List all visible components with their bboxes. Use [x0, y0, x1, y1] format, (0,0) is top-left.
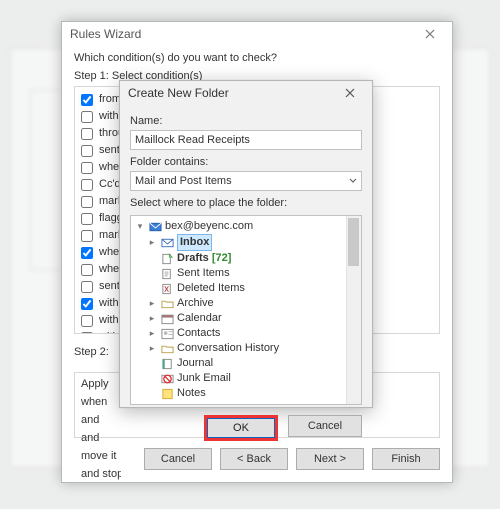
tree-label: Sent Items	[177, 266, 230, 281]
place-label: Select where to place the folder:	[130, 197, 362, 209]
close-icon[interactable]	[336, 81, 364, 105]
tree-item[interactable]: ▸Notes	[135, 386, 357, 401]
condition-checkbox[interactable]	[81, 196, 93, 208]
condition-checkbox[interactable]	[81, 230, 93, 242]
journal-icon	[160, 358, 174, 370]
expand-icon[interactable]: ▸	[147, 296, 157, 311]
expand-icon[interactable]: ▸	[147, 326, 157, 341]
tree-label: Journal	[177, 356, 213, 371]
desc-fragment: and stop	[81, 467, 121, 481]
tree-item[interactable]: ▸Junk Email	[135, 371, 357, 386]
tree-label: Archive	[177, 296, 214, 311]
create-folder-titlebar: Create New Folder	[120, 81, 372, 105]
desc-fragment: and	[81, 431, 121, 445]
inbox-icon	[160, 237, 174, 249]
desc-fragment: and	[81, 413, 121, 427]
condition-checkbox[interactable]	[81, 247, 93, 259]
close-icon[interactable]	[416, 22, 444, 46]
expand-icon[interactable]: ▾	[135, 219, 145, 234]
chevron-down-icon	[349, 175, 357, 187]
folder-tree[interactable]: ▾bex@beyenc.com▸Inbox▸Drafts [72]▸Sent I…	[130, 215, 362, 405]
folder-name-input[interactable]	[130, 130, 362, 150]
expand-icon[interactable]: ▸	[147, 235, 157, 250]
expand-icon[interactable]: ▸	[147, 311, 157, 326]
create-folder-footer: OK Cancel	[120, 405, 372, 451]
condition-checkbox[interactable]	[81, 162, 93, 174]
expand-icon[interactable]: ▸	[147, 341, 157, 356]
desc-fragment: when	[81, 395, 121, 409]
sent-icon	[160, 268, 174, 280]
folder-icon	[160, 343, 174, 355]
junk-icon	[160, 373, 174, 385]
condition-checkbox[interactable]	[81, 179, 93, 191]
tree-item[interactable]: ▸ Archive	[135, 296, 357, 311]
drafts-icon	[160, 253, 174, 265]
create-folder-title: Create New Folder	[128, 86, 336, 100]
notes-icon	[160, 388, 174, 400]
scrollbar[interactable]	[346, 216, 361, 404]
condition-checkbox[interactable]	[81, 145, 93, 157]
name-label: Name:	[130, 115, 362, 127]
cancel-button[interactable]: Cancel	[288, 415, 362, 437]
tree-item[interactable]: ▸Deleted Items	[135, 281, 357, 296]
ok-button[interactable]: OK	[204, 415, 278, 441]
tree-label: Conversation History	[177, 341, 279, 356]
folder-icon	[160, 298, 174, 310]
trash-icon	[160, 283, 174, 295]
condition-checkbox[interactable]	[81, 332, 93, 335]
condition-checkbox[interactable]	[81, 315, 93, 327]
calendar-icon	[160, 313, 174, 325]
desc-fragment: Apply	[81, 377, 121, 391]
tree-label: Junk Email	[177, 371, 231, 386]
tree-account[interactable]: ▾ bex@beyenc.com	[135, 219, 357, 234]
tree-item[interactable]: ▸Sent Items	[135, 266, 357, 281]
tree-item[interactable]: ▸Journal	[135, 356, 357, 371]
wizard-titlebar: Rules Wizard	[62, 22, 452, 46]
tree-label: Inbox	[177, 234, 212, 251]
tree-label: Calendar	[177, 311, 222, 326]
tree-label: Drafts [72]	[177, 251, 231, 266]
tree-item[interactable]: ▸Drafts [72]	[135, 251, 357, 266]
tree-item[interactable]: ▸ Conversation History	[135, 341, 357, 356]
create-folder-dialog: Create New Folder Name: Folder contains:…	[119, 80, 373, 408]
condition-checkbox[interactable]	[81, 111, 93, 123]
condition-checkbox[interactable]	[81, 264, 93, 276]
tree-label: Deleted Items	[177, 281, 245, 296]
account-icon	[148, 221, 162, 233]
condition-checkbox[interactable]	[81, 281, 93, 293]
condition-checkbox[interactable]	[81, 128, 93, 140]
contacts-icon	[160, 328, 174, 340]
combo-value: Mail and Post Items	[135, 175, 232, 187]
condition-checkbox[interactable]	[81, 94, 93, 106]
wizard-title: Rules Wizard	[70, 27, 416, 41]
tree-item[interactable]: ▸ Contacts	[135, 326, 357, 341]
tree-label: bex@beyenc.com	[165, 219, 253, 234]
wizard-question: Which condition(s) do you want to check?	[74, 52, 440, 64]
tree-item[interactable]: ▸ Inbox	[135, 234, 357, 251]
tree-label: Notes	[177, 386, 206, 401]
contains-label: Folder contains:	[130, 156, 362, 168]
desc-fragment: move it	[81, 449, 121, 463]
folder-contains-combo[interactable]: Mail and Post Items	[130, 171, 362, 191]
scrollbar-thumb[interactable]	[348, 218, 359, 266]
condition-checkbox[interactable]	[81, 213, 93, 225]
tree-label: Contacts	[177, 326, 220, 341]
condition-checkbox[interactable]	[81, 298, 93, 310]
tree-item[interactable]: ▸ Calendar	[135, 311, 357, 326]
